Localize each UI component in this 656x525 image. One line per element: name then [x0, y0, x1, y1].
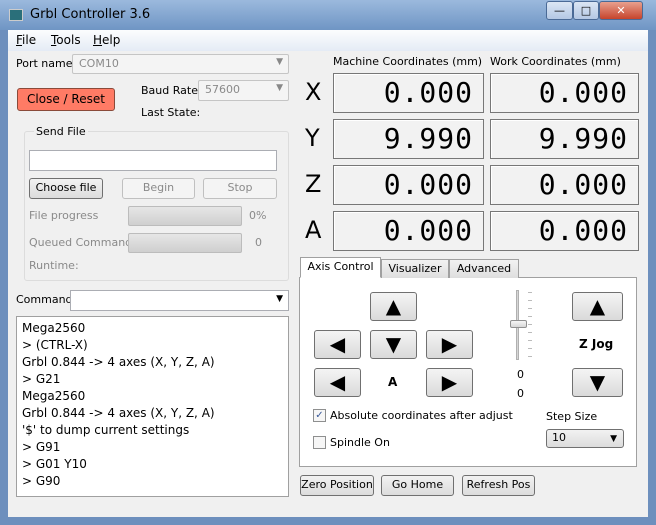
- log-line: > G90: [22, 474, 61, 488]
- z-jog-down-button[interactable]: ▼: [572, 368, 623, 397]
- queued-value: 0: [255, 236, 262, 249]
- go-home-button[interactable]: Go Home: [381, 475, 454, 496]
- machine-x: 0.000: [333, 73, 484, 113]
- menu-tools[interactable]: Tools: [51, 33, 81, 47]
- arrow-right-icon: ▶: [441, 332, 458, 356]
- jog-x-plus-button[interactable]: ▶: [426, 330, 473, 359]
- work-coords-heading: Work Coordinates (mm): [490, 55, 621, 68]
- machine-y: 9.990: [333, 119, 484, 159]
- tab-advanced[interactable]: Advanced: [449, 259, 519, 278]
- slider-ticks: [528, 292, 532, 358]
- baud-rate-label: Baud Rate: [141, 84, 198, 97]
- output-log[interactable]: Mega2560 > (CTRL-X) Grbl 0.844 -> 4 axes…: [16, 316, 289, 497]
- z-jog-label: Z Jog: [579, 337, 614, 351]
- machine-coords-heading: Machine Coordinates (mm): [333, 55, 483, 68]
- arrow-up-icon: ▲: [589, 294, 606, 318]
- step-size-select[interactable]: 10 ▼: [546, 429, 624, 448]
- jog-y-plus-button[interactable]: ▲: [370, 292, 417, 321]
- slider-handle[interactable]: [510, 320, 527, 328]
- arrow-down-icon: ▼: [385, 332, 402, 356]
- spindle-on-label: Spindle On: [330, 436, 390, 449]
- work-x: 0.000: [490, 73, 639, 113]
- work-a: 0.000: [490, 211, 639, 251]
- port-name-label: Port name: [16, 57, 73, 70]
- work-z: 0.000: [490, 165, 639, 205]
- file-path-input[interactable]: [29, 150, 277, 171]
- step-size-value: 10: [552, 431, 566, 444]
- tab-axis-control[interactable]: Axis Control: [300, 257, 381, 278]
- step-size-label: Step Size: [546, 410, 598, 423]
- log-line: > (CTRL-X): [22, 338, 88, 352]
- chevron-down-icon: ▼: [276, 57, 283, 67]
- axis-label-x: X: [305, 78, 322, 106]
- close-reset-button[interactable]: Close / Reset: [17, 88, 115, 111]
- machine-a: 0.000: [333, 211, 484, 251]
- log-line: Grbl 0.844 -> 4 axes (X, Y, Z, A): [22, 406, 215, 420]
- queued-commands-label: Queued Commands: [29, 236, 138, 249]
- last-state-label: Last State:: [141, 106, 201, 119]
- port-select[interactable]: COM10 ▼: [72, 54, 289, 74]
- baud-value: 57600: [205, 83, 240, 96]
- send-file-label: Send File: [34, 125, 88, 138]
- file-progress-label: File progress: [29, 209, 99, 222]
- baud-select[interactable]: 57600 ▼: [198, 80, 289, 101]
- chevron-down-icon: ▼: [276, 294, 283, 304]
- jog-a-plus-button[interactable]: ▶: [426, 368, 473, 397]
- stop-button[interactable]: Stop: [203, 178, 277, 199]
- jog-x-minus-button[interactable]: ◀: [314, 330, 361, 359]
- command-label: Command: [16, 293, 73, 306]
- file-progress-value: 0%: [249, 209, 267, 222]
- window-title: Grbl Controller 3.6: [30, 7, 151, 22]
- jog-y-minus-button[interactable]: ▼: [370, 330, 417, 359]
- machine-z: 0.000: [333, 165, 484, 205]
- port-value: COM10: [79, 57, 119, 70]
- arrow-down-icon: ▼: [589, 370, 606, 394]
- z-jog-up-button[interactable]: ▲: [572, 292, 623, 321]
- spindle-on-checkbox[interactable]: [313, 436, 326, 449]
- axis-label-z: Z: [305, 170, 322, 198]
- begin-button[interactable]: Begin: [122, 178, 195, 199]
- axis-label-a: A: [305, 216, 322, 244]
- minimize-button[interactable]: —: [546, 1, 573, 20]
- chevron-down-icon: ▼: [610, 434, 617, 444]
- arrow-right-icon: ▶: [441, 370, 458, 394]
- arrow-left-icon: ◀: [329, 332, 346, 356]
- queued-progress-bar: [128, 233, 242, 253]
- log-line: '$' to dump current settings: [22, 423, 190, 437]
- absolute-coords-label: Absolute coordinates after adjust: [330, 409, 513, 422]
- file-progress-bar: [128, 206, 242, 226]
- tab-visualizer[interactable]: Visualizer: [381, 259, 449, 278]
- refresh-pos-button[interactable]: Refresh Pos: [462, 475, 535, 496]
- runtime-label: Runtime:: [29, 259, 79, 272]
- menu-file[interactable]: File: [16, 33, 36, 47]
- zero-position-button[interactable]: Zero Position: [300, 475, 374, 496]
- log-line: > G91: [22, 440, 61, 454]
- work-y: 9.990: [490, 119, 639, 159]
- log-line: > G01 Y10: [22, 457, 87, 471]
- slider-value-2: 0: [517, 387, 524, 400]
- log-line: Mega2560: [22, 389, 86, 403]
- a-axis-label: A: [388, 375, 398, 389]
- arrow-left-icon: ◀: [329, 370, 346, 394]
- close-window-button[interactable]: ✕: [599, 1, 643, 20]
- checkmark-icon: ✓: [315, 410, 324, 421]
- command-input[interactable]: ▼: [70, 290, 289, 311]
- log-line: > G21: [22, 372, 61, 386]
- maximize-button[interactable]: □: [573, 1, 599, 20]
- app-icon: [9, 9, 23, 21]
- menu-help[interactable]: Help: [93, 33, 120, 47]
- jog-a-minus-button[interactable]: ◀: [314, 368, 361, 397]
- absolute-coords-checkbox[interactable]: ✓: [313, 409, 326, 422]
- log-line: Grbl 0.844 -> 4 axes (X, Y, Z, A): [22, 355, 215, 369]
- axis-label-y: Y: [305, 124, 320, 152]
- slider-value-1: 0: [517, 368, 524, 381]
- log-line: Mega2560: [22, 321, 86, 335]
- choose-file-button[interactable]: Choose file: [29, 178, 103, 199]
- chevron-down-icon: ▼: [276, 83, 283, 93]
- arrow-up-icon: ▲: [385, 294, 402, 318]
